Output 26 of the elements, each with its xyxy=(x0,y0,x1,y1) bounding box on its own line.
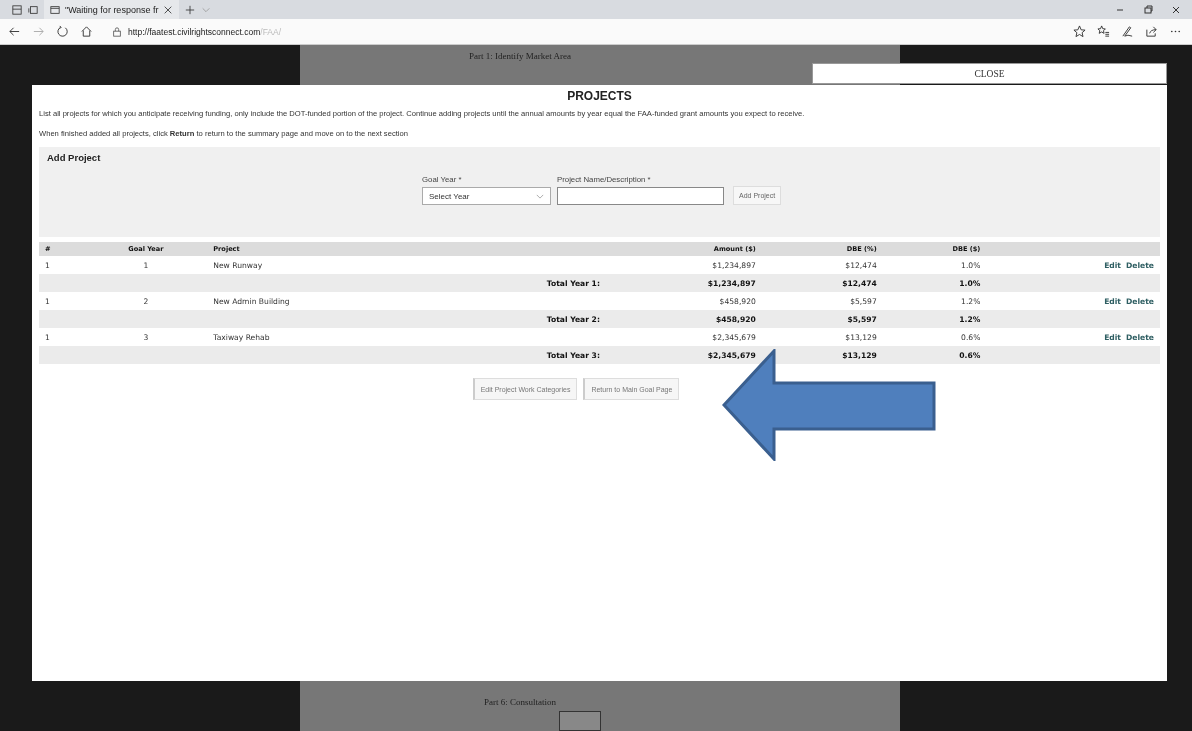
dialog-title: PROJECTS xyxy=(566,89,633,103)
pen-icon[interactable] xyxy=(1121,25,1134,38)
background-field xyxy=(559,711,601,731)
tab-preview-icon[interactable] xyxy=(28,4,38,15)
home-icon[interactable] xyxy=(80,25,93,38)
star-icon[interactable] xyxy=(1073,25,1086,38)
caret-icon xyxy=(536,193,544,199)
goal-year-dropdown[interactable]: Select Year xyxy=(422,187,551,205)
back-arrow-icon[interactable] xyxy=(8,25,21,38)
new-tab-icon[interactable] xyxy=(185,4,196,15)
section-heading: Part 1: Identify Market Area xyxy=(469,51,572,61)
section-heading: Part 6: Consultation xyxy=(484,697,557,707)
favorites-icon[interactable] xyxy=(1097,25,1110,38)
refresh-icon[interactable] xyxy=(56,25,69,38)
tab-list-icon[interactable] xyxy=(12,4,22,15)
panel-heading: Add Project xyxy=(47,152,102,163)
close-icon[interactable] xyxy=(163,4,174,15)
lock-icon xyxy=(112,26,122,37)
close-button[interactable]: CLOSE xyxy=(812,63,1167,84)
tab-title: "Waiting for response fr xyxy=(65,4,159,15)
browser-tab[interactable]: "Waiting for response fr xyxy=(44,0,180,19)
project-name-field[interactable] xyxy=(557,187,724,205)
url-text: http://faatest.civilrightsconnect.com/FAA/ xyxy=(128,26,282,37)
page-icon xyxy=(50,4,60,15)
restore-icon[interactable] xyxy=(1142,3,1154,16)
share-icon[interactable] xyxy=(1145,25,1158,38)
